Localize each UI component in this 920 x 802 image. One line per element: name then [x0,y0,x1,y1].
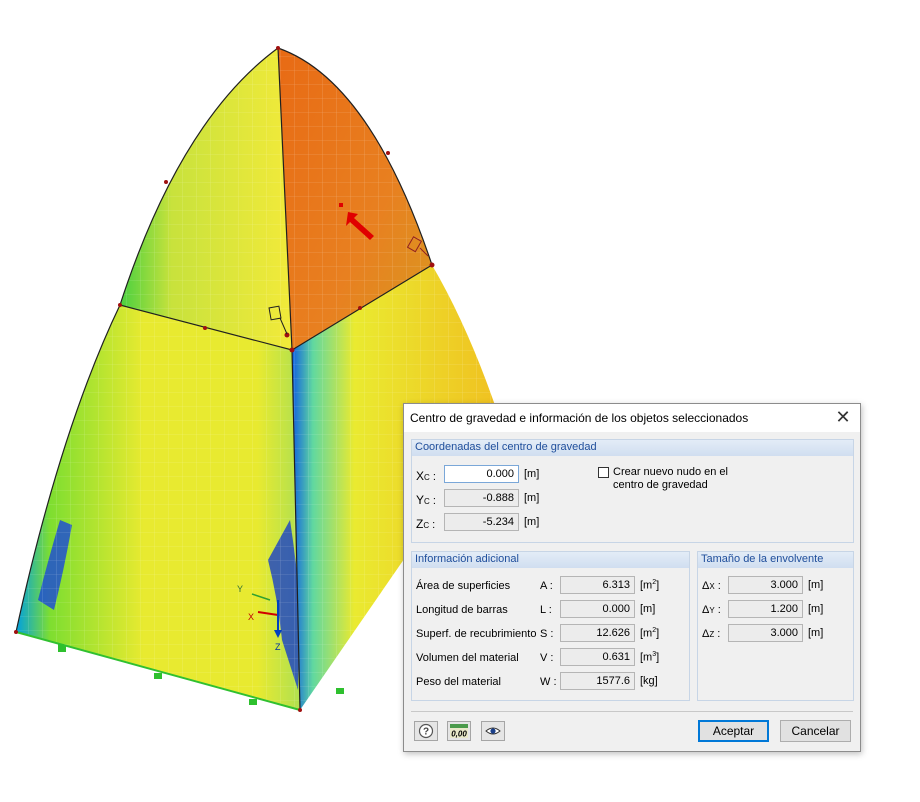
coating-unit: [m2] [640,627,660,640]
help-icon: ? [418,723,434,739]
info-label: Superf. de recubrimiento [416,628,537,640]
dx-field: 3.000 [728,576,803,594]
yc-unit: [m] [524,492,540,504]
length-field: 0.000 [560,600,635,618]
info-label: Área de superficies [416,580,511,592]
xc-field[interactable]: 0.000 [444,465,519,483]
info-symbol: S : [540,628,554,640]
footer-divider [411,711,853,712]
info-label: Longitud de barras [416,604,508,616]
coating-field: 12.626 [560,624,635,642]
info-group: Información adicional Área de superficie… [411,551,690,701]
create-node-checkbox[interactable] [598,467,609,478]
yc-field: -0.888 [444,489,519,507]
create-node-label-line2: centro de gravedad [613,479,708,491]
ok-button[interactable]: Aceptar [698,720,769,742]
info-group-title: Información adicional [415,553,519,565]
volume-field: 0.631 [560,648,635,666]
view-icon [485,727,501,735]
yc-label: YC : [416,493,436,507]
svg-text:Z: Z [275,642,281,652]
decimal-places-button[interactable]: 0,00 [447,721,471,741]
volume-unit: [m3] [640,651,660,664]
dialog-title: Centro de gravedad e información de los … [410,411,749,425]
dialog-title-bar: Centro de gravedad e información de los … [404,404,860,432]
envelope-group-title: Tamaño de la envolvente [701,553,824,565]
xc-label: XC : [416,469,436,483]
weight-field: 1577.6 [560,672,635,690]
area-unit: [m2] [640,579,660,592]
svg-text:X: X [248,612,254,622]
zc-label: ZC : [416,517,436,531]
dz-label: ΔZ : [702,628,721,640]
zc-field: -5.234 [444,513,519,531]
envelope-group: Tamaño de la envolvente ΔX : 3.000 [m] Δ… [697,551,854,701]
xc-unit: [m] [524,468,540,480]
view-button[interactable] [481,721,505,741]
zc-unit: [m] [524,516,540,528]
weight-unit: [kg] [640,675,658,687]
info-label: Peso del material [416,676,501,688]
dy-field: 1.200 [728,600,803,618]
help-button[interactable]: ? [414,721,438,741]
area-field: 6.313 [560,576,635,594]
dz-unit: [m] [808,627,824,639]
coords-group: Coordenadas del centro de gravedad XC : … [411,439,854,543]
dx-label: ΔX : [702,580,721,592]
center-of-gravity-dialog: Centro de gravedad e información de los … [403,403,861,752]
info-symbol: L : [540,604,552,616]
info-symbol: W : [540,676,557,688]
dy-unit: [m] [808,603,824,615]
svg-text:?: ? [423,727,429,738]
coords-group-title: Coordenadas del centro de gravedad [415,441,597,453]
length-unit: [m] [640,603,656,615]
dy-label: ΔY : [702,604,721,616]
dx-unit: [m] [808,579,824,591]
decimal-places-icon: 0,00 [450,724,468,739]
svg-text:Y: Y [237,584,243,594]
info-label: Volumen del material [416,652,519,664]
close-icon[interactable]: ✕ [832,407,854,429]
info-symbol: A : [540,580,553,592]
cancel-button[interactable]: Cancelar [780,720,851,742]
svg-text:0,00: 0,00 [451,730,467,739]
create-node-label-line1: Crear nuevo nudo en el [613,466,728,478]
info-symbol: V : [540,652,554,664]
dz-field: 3.000 [728,624,803,642]
